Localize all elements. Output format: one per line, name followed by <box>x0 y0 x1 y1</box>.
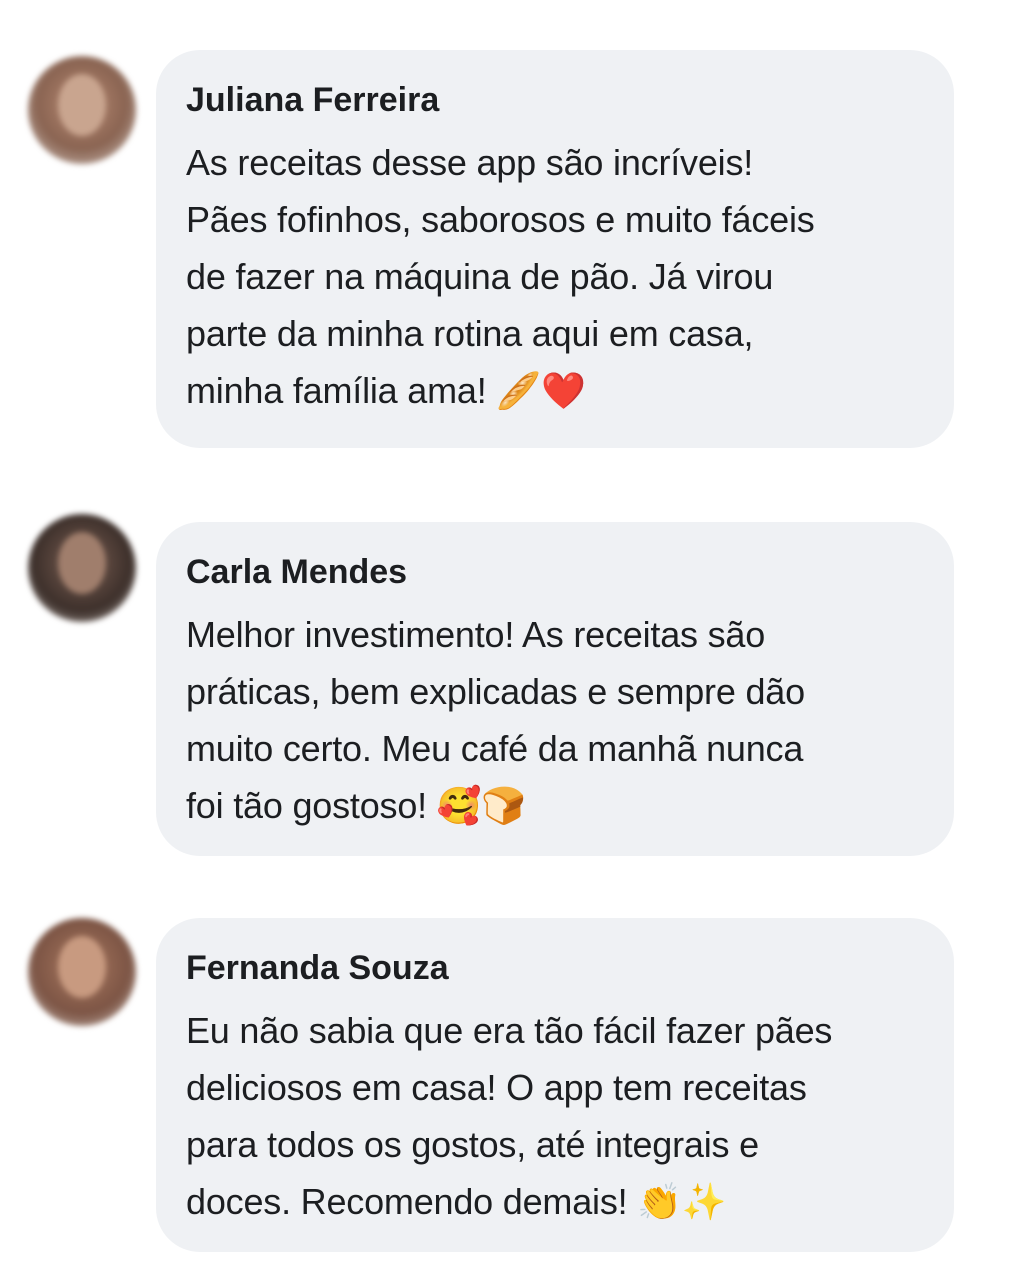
comment-text: Eu não sabia que era tão fácil fazer pãe… <box>186 1002 924 1230</box>
comment-text-line: parte da minha rotina aqui em casa, <box>186 313 754 354</box>
comment-author[interactable]: Juliana Ferreira <box>186 78 924 122</box>
comment-text-line: práticas, bem explicadas e sempre dão <box>186 671 805 712</box>
comment-text-line: para todos os gostos, até integrais e <box>186 1124 759 1165</box>
comment-text-line: Eu não sabia que era tão fácil fazer pãe… <box>186 1010 833 1051</box>
avatar-face <box>58 74 106 136</box>
comment-text-line: doces. Recomendo demais! 👏✨ <box>186 1181 727 1222</box>
comment-text-line: de fazer na máquina de pão. Já virou <box>186 256 774 297</box>
comment-bubble: Carla Mendes Melhor investimento! As rec… <box>156 522 954 856</box>
comment-text-line: Melhor investimento! As receitas são <box>186 614 766 655</box>
comment-bubble: Fernanda Souza Eu não sabia que era tão … <box>156 918 954 1252</box>
comment-text-line: Pães fofinhos, saborosos e muito fáceis <box>186 199 815 240</box>
comment-text-line: minha família ama! 🥖❤️ <box>186 370 586 411</box>
avatar-face <box>58 936 106 998</box>
comment-bubble: Juliana Ferreira As receitas desse app s… <box>156 50 954 448</box>
comment-text-line: As receitas desse app são incríveis! <box>186 142 754 183</box>
avatar[interactable] <box>28 56 136 164</box>
avatar[interactable] <box>28 514 136 622</box>
comment-text: Melhor investimento! As receitas são prá… <box>186 606 924 834</box>
avatar-face <box>58 532 106 594</box>
comment-author[interactable]: Carla Mendes <box>186 550 924 594</box>
comment-text: As receitas desse app são incríveis! Pãe… <box>186 134 924 419</box>
comment-text-line: muito certo. Meu café da manhã nunca <box>186 728 804 769</box>
comment-text-line: foi tão gostoso! 🥰🍞 <box>186 785 527 826</box>
comment-text-line: deliciosos em casa! O app tem receitas <box>186 1067 807 1108</box>
avatar[interactable] <box>28 918 136 1026</box>
comment-author[interactable]: Fernanda Souza <box>186 946 924 990</box>
